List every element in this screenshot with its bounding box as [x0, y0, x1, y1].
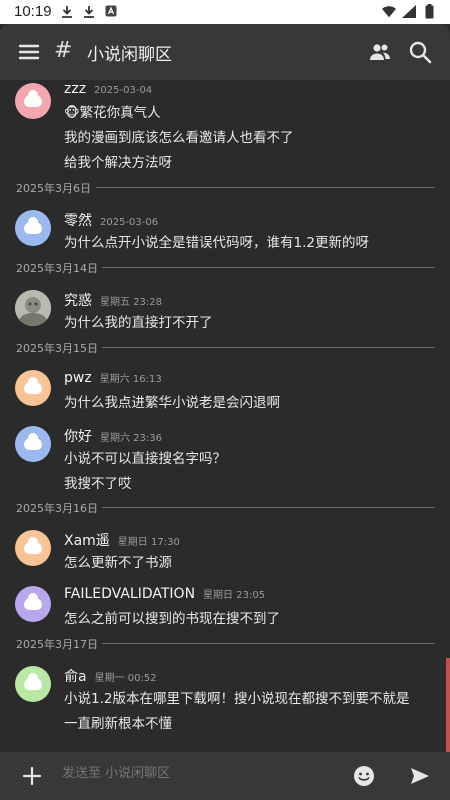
- system-icons: [382, 3, 436, 18]
- members-icon: [370, 44, 390, 60]
- avatar[interactable]: [15, 83, 51, 119]
- date-label: 2025年3月15日: [16, 342, 98, 355]
- send-icon: [411, 768, 429, 784]
- app-notification-icon: [104, 4, 118, 18]
- message-list[interactable]: zzz 2025-03-04 🐵繁花你真气人 我的漫画到底该怎么看邀请人也看不了 …: [0, 80, 450, 752]
- message-author[interactable]: Xam遥: [64, 533, 110, 549]
- avatar[interactable]: [15, 210, 51, 246]
- message-text: 小说1.2版本在哪里下载啊！搜小说现在都搜不到要不就是: [64, 691, 410, 707]
- download-icon: [60, 4, 74, 18]
- message-text: 怎么之前可以搜到的书现在搜不到了: [64, 611, 280, 627]
- hamburger-icon: [18, 44, 40, 60]
- photo-avatar-icon: [15, 290, 51, 326]
- status-time: 10:19: [14, 3, 52, 20]
- message-time: 星期六 23:36: [100, 433, 162, 444]
- search-button[interactable]: [408, 40, 432, 64]
- smiley-icon: [354, 766, 374, 786]
- date-divider: 2025年3月6日: [16, 180, 435, 195]
- date-divider: 2025年3月15日: [16, 340, 435, 355]
- date-divider: 2025年3月17日: [16, 636, 435, 651]
- message-text: 一直刷新根本不懂: [64, 716, 172, 732]
- message-text: 怎么更新不了书源: [64, 555, 172, 571]
- default-avatar-icon: [24, 593, 42, 610]
- avatar[interactable]: [15, 586, 51, 622]
- default-avatar-icon: [24, 537, 42, 554]
- message-time: 星期日 23:05: [203, 590, 266, 601]
- date-label: 2025年3月14日: [16, 262, 98, 275]
- message-text: 小说不可以直接搜名字吗？: [64, 451, 226, 467]
- avatar[interactable]: [15, 426, 51, 462]
- message-time: 星期日 17:30: [117, 537, 180, 548]
- message-time: 2025-03-06: [100, 217, 159, 228]
- message-author[interactable]: 零然: [64, 213, 92, 229]
- avatar[interactable]: [15, 530, 51, 566]
- avatar[interactable]: [15, 666, 51, 702]
- date-divider: 2025年3月14日: [16, 260, 435, 275]
- message-author[interactable]: FAILEDVALIDATION: [64, 586, 195, 602]
- default-avatar-icon: [24, 433, 42, 450]
- channel-header: # 小说闲聊区: [0, 24, 450, 80]
- message-input[interactable]: [62, 766, 322, 781]
- menu-button[interactable]: [18, 41, 40, 63]
- message-composer: [0, 752, 450, 800]
- battery-icon: [422, 3, 436, 18]
- avatar[interactable]: [15, 370, 51, 406]
- default-avatar-icon: [24, 377, 42, 394]
- message-text: 为什么我点进繁华小说老是会闪退啊: [64, 395, 280, 411]
- message-author[interactable]: 究惑: [64, 293, 92, 309]
- download-icon: [82, 4, 96, 18]
- avatar[interactable]: [15, 290, 51, 326]
- message-text: 为什么我的直接打不开了: [64, 315, 213, 331]
- default-avatar-icon: [24, 90, 42, 107]
- message-author[interactable]: 你好: [64, 429, 92, 445]
- channel-hash-icon: #: [54, 38, 73, 63]
- members-button[interactable]: [368, 40, 392, 64]
- message-text: 为什么点开小说全是错误代码呀，谁有1.2更新的呀: [64, 235, 369, 251]
- plus-icon: [22, 766, 42, 786]
- message-time: 星期一 00:52: [94, 673, 157, 684]
- search-icon: [409, 41, 432, 64]
- message-author[interactable]: zzz: [64, 81, 86, 97]
- date-label: 2025年3月16日: [16, 502, 98, 515]
- message-time: 星期六 16:13: [99, 374, 162, 385]
- wifi-icon: [382, 4, 396, 18]
- message-text: 给我个解决方法呀: [64, 155, 172, 171]
- message-text: 我搜不了哎: [64, 476, 132, 492]
- status-bar: 10:19: [0, 0, 450, 24]
- date-label: 2025年3月6日: [16, 182, 91, 195]
- date-divider: 2025年3月16日: [16, 500, 435, 515]
- emoji-button[interactable]: [353, 765, 375, 787]
- date-label: 2025年3月17日: [16, 638, 98, 651]
- message-time: 2025-03-04: [94, 85, 153, 96]
- message-time: 星期五 23:28: [100, 297, 162, 308]
- add-attachment-button[interactable]: [20, 764, 44, 788]
- message-author[interactable]: pwz: [64, 370, 92, 386]
- message-author[interactable]: 俞a: [64, 669, 87, 685]
- message-text: 🐵繁花你真气人: [64, 105, 161, 121]
- notification-icons: [60, 4, 118, 18]
- send-button[interactable]: [409, 765, 431, 787]
- signal-icon: [402, 4, 416, 18]
- default-avatar-icon: [24, 217, 42, 234]
- channel-title: 小说闲聊区: [87, 45, 172, 65]
- message-text: 我的漫画到底该怎么看邀请人也看不了: [64, 130, 294, 146]
- scrollbar-thumb[interactable]: [446, 658, 450, 752]
- default-avatar-icon: [24, 673, 42, 690]
